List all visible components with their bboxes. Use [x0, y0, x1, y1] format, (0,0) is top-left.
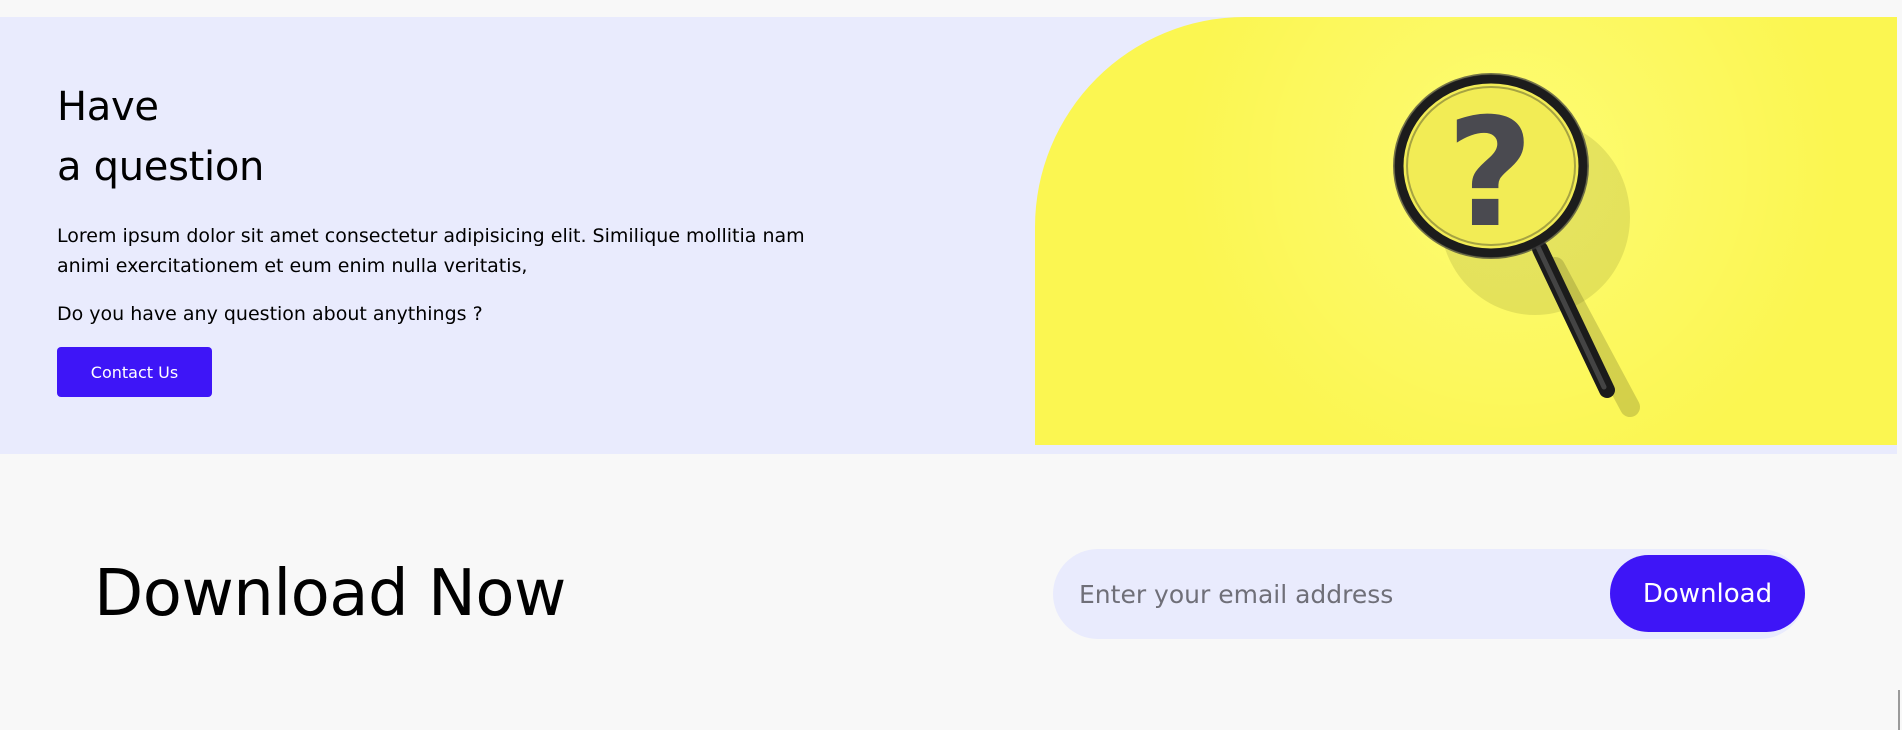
download-button[interactable]: Download: [1610, 555, 1805, 632]
download-form: Download: [1053, 549, 1805, 639]
question-title-line2: a question: [57, 144, 265, 190]
download-title: Download Now: [94, 557, 566, 631]
question-title-line1: Have: [57, 84, 159, 130]
page: Have a question Lorem ipsum dolor sit am…: [0, 0, 1902, 730]
magnifying-glass-icon: ?: [1393, 73, 1640, 417]
question-prompt: Do you have any question about anythings…: [57, 303, 483, 325]
scrollbar[interactable]: [1898, 690, 1900, 730]
question-image: ?: [1035, 17, 1897, 445]
svg-text:?: ?: [1446, 87, 1533, 261]
question-text-block: Have a question Lorem ipsum dolor sit am…: [57, 77, 817, 397]
question-title: Have a question: [57, 77, 817, 197]
question-description: Lorem ipsum dolor sit amet consectetur a…: [57, 225, 805, 277]
question-banner: Have a question Lorem ipsum dolor sit am…: [0, 17, 1897, 454]
email-input[interactable]: [1079, 569, 1579, 619]
contact-us-button[interactable]: Contact Us: [57, 347, 212, 397]
